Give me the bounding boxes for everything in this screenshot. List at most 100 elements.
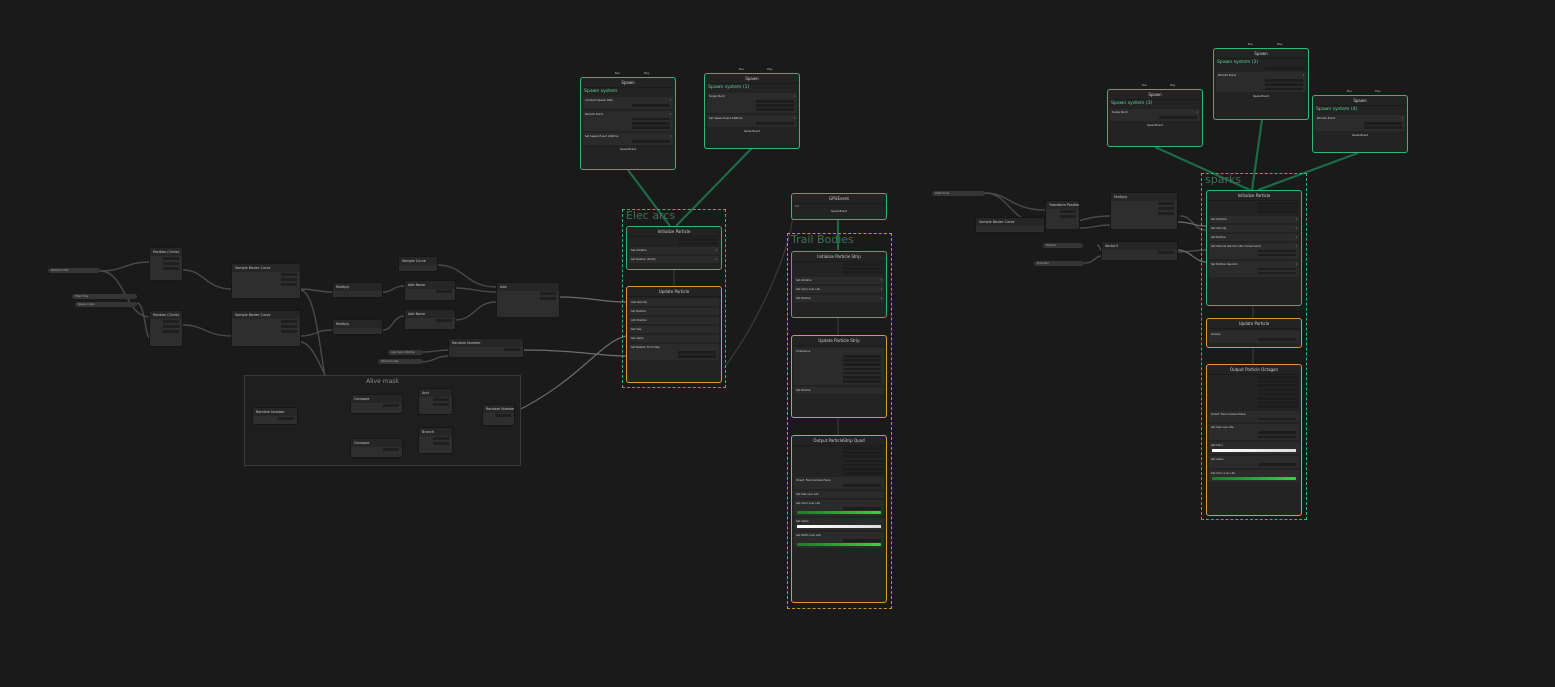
operator-node[interactable]: Sample Bezier Curve (231, 310, 301, 347)
block[interactable]: Single Burst ▾ (1110, 109, 1200, 121)
block[interactable]: Set Color over Life (794, 500, 884, 517)
block[interactable]: Set Alpha (1209, 456, 1299, 469)
block[interactable]: Periodic Burst ▾ (583, 110, 673, 131)
play-port-label[interactable]: Play (1277, 43, 1282, 46)
block[interactable]: Set Position ▾ (1209, 233, 1299, 241)
context-output[interactable]: SpawnEvent (1313, 133, 1407, 139)
block[interactable]: Constant Spawn Rate ▾ (583, 97, 673, 109)
operator-node[interactable]: Add Noise (404, 280, 456, 301)
block[interactable]: Set Lifetime ▾ (794, 276, 884, 284)
bus-port-label[interactable]: Bus (1248, 43, 1253, 46)
gradient-field[interactable] (1212, 477, 1296, 481)
bus-port-label[interactable]: Bus (1347, 90, 1352, 93)
chevron-down-icon[interactable]: ▾ (670, 112, 671, 117)
chevron-down-icon[interactable]: ▾ (1402, 116, 1403, 121)
operator-node[interactable]: Sample Curve (398, 256, 438, 272)
initialize-context[interactable]: Initialize Particle Set Lifetime ▾ Set Ve… (1206, 190, 1302, 306)
block[interactable]: Set Position ▾ (794, 294, 884, 302)
block[interactable]: Gravity (1209, 331, 1299, 343)
operator-node[interactable]: Random Number (448, 338, 524, 358)
context-output[interactable]: SpawnEvent (581, 147, 675, 153)
operator-node[interactable]: Add Noise (404, 309, 456, 330)
block[interactable]: Set Color over Life (1209, 470, 1299, 483)
block[interactable]: Set Size over Life (794, 491, 884, 499)
block[interactable]: Single Burst ▾ (707, 93, 797, 114)
block[interactable]: Set Position (Point) ▾ (629, 256, 719, 264)
block[interactable]: Orient: Face Camera Plane (1209, 410, 1299, 423)
chevron-down-icon[interactable]: ▾ (1197, 110, 1198, 115)
block[interactable]: Set Position (794, 386, 884, 394)
block[interactable]: Add Position (629, 317, 719, 324)
attribute-pill[interactable]: Age Over Lifetime (388, 350, 423, 355)
context-output[interactable]: SpawnEvent (792, 209, 886, 215)
operator-node[interactable]: Sample Bezier Curve (975, 217, 1045, 233)
operator-node[interactable]: Compare (350, 438, 403, 458)
play-port-label[interactable]: Play (644, 72, 649, 75)
block[interactable]: Set Position From Map (629, 344, 719, 360)
operator-node[interactable]: And (418, 388, 453, 415)
update-context[interactable]: Update Particle Add Velocity Set Positio… (626, 286, 722, 383)
operator-node[interactable]: Vector3 (1101, 241, 1178, 261)
output-context[interactable]: Output Particle Octagon Orient: Face Cam… (1206, 364, 1302, 516)
bus-port-label[interactable]: Bus (615, 72, 620, 75)
operator-node[interactable]: Multiply (332, 319, 383, 335)
context-output[interactable]: SpawnEvent (1108, 123, 1202, 129)
play-port-label[interactable]: Play (767, 68, 772, 71)
block[interactable]: Set Lifetime ▾ (629, 247, 719, 255)
gradient-field[interactable] (797, 511, 881, 515)
operator-node[interactable]: Random Number (482, 404, 515, 426)
operator-node[interactable]: Compare (350, 394, 403, 414)
spawn-context[interactable]: Spawn Spawn system (1) Single Burst ▾ Set… (704, 73, 800, 149)
block[interactable]: Set Lifetime ▾ (1209, 215, 1299, 223)
attribute-pill[interactable]: Spawn Index (75, 302, 137, 307)
spawn-context[interactable]: Spawn Spawn system (3) Single Burst ▾ Spa… (1107, 89, 1203, 147)
gradient-field[interactable] (797, 543, 881, 547)
chevron-down-icon[interactable]: ▾ (670, 98, 671, 103)
attribute-pill[interactable]: Particle Index (378, 359, 423, 364)
block[interactable]: Set Velocity ▾ (1209, 224, 1299, 232)
initialize-context[interactable]: Initialize Particle Strip Set Lifetime ▾ … (791, 251, 887, 318)
operator-node[interactable]: Branch (418, 427, 453, 454)
block[interactable]: Periodic Burst ▾ (1315, 115, 1405, 131)
chevron-down-icon[interactable]: ▾ (1303, 73, 1304, 78)
update-context[interactable]: Update Particle Strip Turbulence Set Pos… (791, 335, 887, 418)
block[interactable]: Set Alpha (794, 518, 884, 531)
operator-node[interactable]: Position (Circle) (149, 310, 183, 347)
output-context[interactable]: Output ParticleStrip Quad Orient: Face C… (791, 435, 887, 603)
attribute-pill[interactable]: Position (1043, 243, 1083, 248)
operator-node[interactable]: Multiply (1110, 192, 1178, 230)
attribute-pill[interactable]: Particle Index (48, 268, 100, 273)
bus-port-label[interactable]: Bus (739, 68, 744, 71)
operator-node[interactable]: Random Number (252, 407, 298, 425)
block[interactable]: Set Velocity Random (Per Component) ▾ (1209, 242, 1299, 259)
block[interactable]: Turbulence (794, 348, 884, 385)
operator-node[interactable]: Position (Circle) (149, 247, 183, 281)
attribute-pill[interactable]: Total Time (72, 294, 137, 299)
block[interactable]: Set Color over Life ▾ (794, 285, 884, 293)
block[interactable]: Set Size over Life (1209, 424, 1299, 441)
vfx-graph-canvas[interactable]: Alive mask Elec arcs Trail Bodies sparks… (0, 0, 1555, 687)
spawn-context[interactable]: Spawn Spawn system (4) Periodic Burst ▾ S… (1312, 95, 1408, 153)
context-output[interactable]: SpawnEvent (1214, 94, 1308, 100)
update-context[interactable]: Update Particle Gravity (1206, 318, 1302, 348)
initialize-context[interactable]: Initialize Particle Set Lifetime ▾ Set Po… (626, 226, 722, 270)
operator-node[interactable]: Sample Bezier Curve (231, 263, 301, 299)
play-port-label[interactable]: Play (1375, 90, 1380, 93)
block[interactable]: Set Width over Life (794, 532, 884, 549)
attribute-pill[interactable]: Delta Time (932, 191, 985, 196)
spawn-context[interactable]: Spawn Spawn system (2) Periodic Burst ▾ S… (1213, 48, 1309, 120)
curve-field[interactable] (1212, 449, 1296, 453)
bus-port-label[interactable]: Bus (1142, 84, 1147, 87)
block[interactable]: Set Spawn Event Lifetime ▾ (583, 132, 673, 145)
block[interactable]: Add Velocity (629, 299, 719, 306)
chevron-down-icon[interactable]: ▾ (794, 94, 795, 99)
block[interactable]: Set Position Random ▾ (1209, 260, 1299, 277)
block[interactable]: Set Alpha (629, 335, 719, 342)
block[interactable]: Set Size (629, 326, 719, 333)
operator-node[interactable]: Add (496, 282, 560, 318)
play-port-label[interactable]: Play (1170, 84, 1175, 87)
block[interactable]: Periodic Burst ▾ (1216, 72, 1306, 93)
block[interactable]: Set Color (1209, 442, 1299, 455)
chevron-down-icon[interactable]: ▾ (670, 134, 671, 139)
curve-field[interactable] (797, 525, 881, 529)
